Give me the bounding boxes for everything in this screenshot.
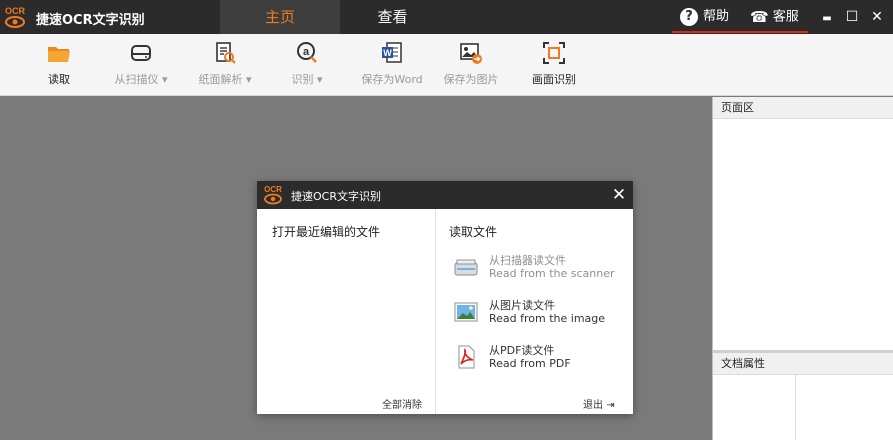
scanner-icon: [454, 259, 478, 276]
image-icon: [454, 302, 478, 322]
close-icon: ✕: [871, 9, 883, 25]
word-icon: W: [382, 42, 402, 63]
recognize-icon: a: [297, 42, 317, 63]
scanner-icon: [131, 45, 151, 61]
dialog-logo-icon: OCR: [264, 185, 282, 205]
exit-button[interactable]: 退出 ⇥: [583, 396, 615, 411]
tab-home[interactable]: 主页: [220, 0, 340, 34]
dialog-title-bar: OCR 捷速OCR文字识别 ✕: [257, 181, 633, 209]
app-title: 捷速OCR文字识别: [36, 13, 145, 28]
from-scanner-label: 从扫描仪: [114, 73, 159, 86]
property-column-divider: [795, 375, 796, 440]
app-logo-text: OCR: [5, 6, 26, 16]
page-analyze-icon: [216, 42, 236, 64]
save-as-word-button[interactable]: W 保存为Word: [354, 40, 430, 92]
folder-icon: [48, 47, 70, 62]
paper-analysis-label: 纸面解析: [198, 73, 243, 86]
read-from-scanner-en: Read from the scanner: [489, 267, 615, 280]
dialog-close-button[interactable]: ✕: [609, 183, 629, 207]
read-label: 读取: [48, 73, 70, 86]
dialog-title: 捷速OCR文字识别: [291, 190, 381, 203]
read-from-image-zh: 从图片读文件: [489, 299, 555, 312]
recent-files-title: 打开最近编辑的文件: [272, 225, 381, 239]
pdf-icon: [458, 345, 475, 369]
maximize-button[interactable]: ☐: [840, 0, 864, 34]
phone-icon: ☎: [750, 8, 769, 26]
screen-recognition-label: 画面识别: [532, 73, 576, 86]
exit-label: 退出: [583, 400, 603, 411]
dropdown-arrow-icon: ▾: [316, 73, 323, 86]
help-button[interactable]: ? 帮助: [680, 0, 729, 34]
page-area-header: 页面区: [713, 97, 893, 119]
close-icon: ✕: [611, 185, 627, 205]
read-from-image-en: Read from the image: [489, 312, 606, 325]
minimize-button[interactable]: ▬: [815, 0, 839, 34]
save-as-word-label: 保存为Word: [361, 73, 423, 86]
help-label: 帮助: [703, 9, 730, 24]
paper-analysis-button[interactable]: 纸面解析 ▾: [192, 40, 258, 92]
read-button[interactable]: 读取: [38, 40, 80, 92]
window-close-button[interactable]: ✕: [865, 0, 889, 34]
svg-text:W: W: [383, 48, 392, 58]
read-from-image-option[interactable]: 从图片读文件 Read from the image: [453, 297, 623, 331]
screen-recognition-button[interactable]: 画面识别: [528, 40, 580, 92]
app-logo-icon: OCR: [5, 6, 26, 28]
exit-icon: ⇥: [606, 400, 615, 411]
read-from-scanner-zh: 从扫描器读文件: [489, 254, 566, 267]
right-side-panel: 页面区 文档属性: [712, 97, 893, 440]
recognize-button[interactable]: a 识别 ▾: [282, 40, 332, 92]
read-from-pdf-en: Read from PDF: [489, 357, 571, 370]
open-file-dialog: OCR 捷速OCR文字识别 ✕ 打开最近编辑的文件 读取文件 从扫描器读文件 R…: [257, 181, 633, 414]
recognize-label: 识别: [291, 73, 314, 86]
minimize-icon: ▬: [822, 13, 832, 24]
dialog-column-divider: [435, 209, 436, 414]
read-from-pdf-option[interactable]: 从PDF读文件 Read from PDF: [453, 342, 623, 376]
ribbon-toolbar: 读取 从扫描仪 ▾ 纸面解析 ▾ a 识别 ▾ W 保存为Word 保存为图片 …: [0, 34, 893, 96]
from-scanner-button[interactable]: 从扫描仪 ▾: [108, 40, 174, 92]
svg-text:a: a: [303, 46, 310, 58]
read-from-pdf-zh: 从PDF读文件: [489, 344, 555, 357]
dropdown-arrow-icon: ▾: [245, 73, 252, 86]
screen-capture-icon: [543, 42, 565, 64]
help-service-underline: [672, 31, 808, 33]
dialog-logo-text: OCR: [264, 185, 282, 194]
customer-service-button[interactable]: ☎ 客服: [750, 0, 799, 34]
tab-view[interactable]: 查看: [335, 0, 450, 34]
dropdown-arrow-icon: ▾: [161, 73, 168, 86]
save-as-image-label: 保存为图片: [443, 73, 499, 86]
document-properties-header: 文档属性: [713, 353, 893, 375]
question-icon: ?: [680, 7, 698, 26]
save-as-image-button[interactable]: 保存为图片: [440, 40, 502, 92]
save-image-icon: [460, 43, 482, 64]
service-label: 客服: [772, 9, 799, 25]
maximize-icon: ☐: [845, 9, 859, 25]
read-from-scanner-option[interactable]: 从扫描器读文件 Read from the scanner: [453, 252, 623, 286]
title-bar: OCR 捷速OCR文字识别 主页 查看 ? 帮助 ☎ 客服 ▬ ☐ ✕: [0, 0, 893, 34]
read-file-title: 读取文件: [449, 225, 498, 239]
clear-all-button[interactable]: 全部消除: [382, 396, 422, 411]
